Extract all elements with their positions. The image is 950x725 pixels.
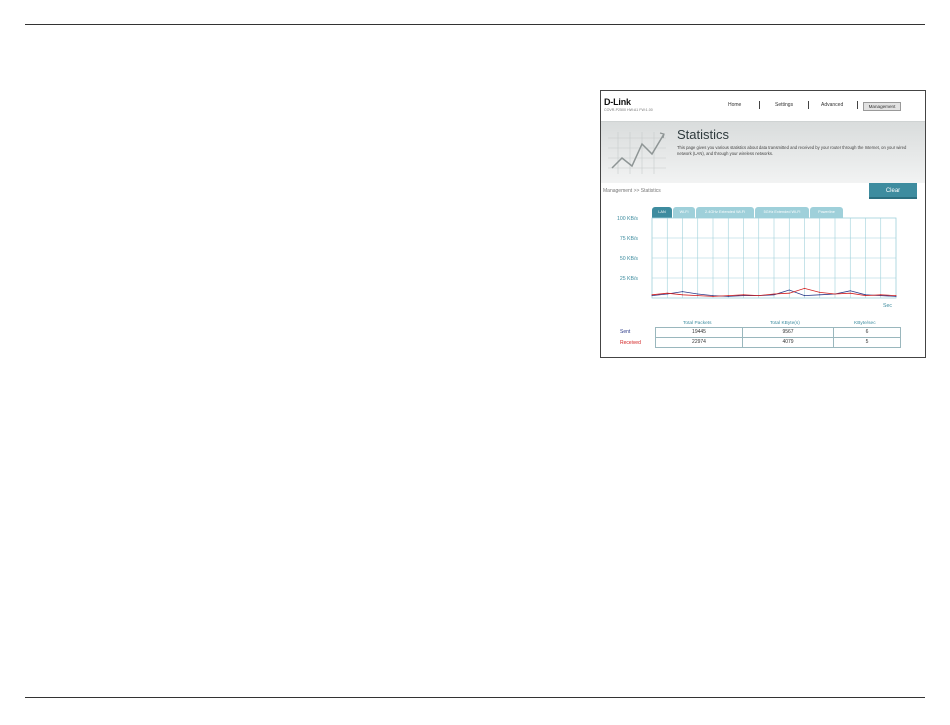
table-cell: 4079 <box>742 337 834 348</box>
data-point-sent <box>819 294 821 296</box>
data-point-received <box>743 294 744 296</box>
data-point-received <box>758 295 760 297</box>
data-point-received <box>697 295 699 297</box>
router-ui-screenshot: D-Link COVR-P2500 HW:A1 FW:1.00 Home Set… <box>600 90 926 358</box>
data-point-received <box>865 295 866 297</box>
table-cell: 5 <box>833 337 901 348</box>
data-point-received <box>834 293 836 295</box>
data-point-received <box>712 295 714 297</box>
data-point-received <box>651 294 653 296</box>
x-axis-label: Sec <box>883 303 892 309</box>
column-header: Total KByte(s) <box>770 321 800 326</box>
data-point-received <box>666 292 668 294</box>
column-header: KByte/sec <box>854 321 876 326</box>
y-tick-label: 100 KB/s <box>617 216 638 222</box>
row-label-sent: Sent <box>620 329 631 335</box>
page-top-rule <box>25 24 925 25</box>
data-point-received <box>788 292 790 294</box>
data-point-sent <box>849 290 851 292</box>
data-point-sent <box>788 289 790 291</box>
column-header: Total Packets <box>683 321 712 326</box>
data-point-received <box>727 295 729 297</box>
data-point-received <box>880 294 882 296</box>
page-bottom-rule <box>25 697 925 698</box>
data-point-sent <box>697 293 699 295</box>
data-point-received <box>849 292 851 294</box>
y-tick-label: 75 KB/s <box>620 236 639 242</box>
data-point-received <box>895 295 897 297</box>
data-point-sent <box>682 291 683 293</box>
data-point-received <box>804 287 805 289</box>
data-point-received <box>773 293 775 295</box>
throughput-chart: 100 KB/s 75 KB/s 50 KB/s 25 KB/s Sec <box>617 216 897 309</box>
row-label-received: Received <box>620 340 641 346</box>
data-point-received <box>819 291 821 293</box>
data-point-received <box>682 294 683 296</box>
y-tick-label: 50 KB/s <box>620 256 639 262</box>
y-tick-label: 25 KB/s <box>620 276 639 282</box>
data-point-sent <box>804 295 805 297</box>
table-cell: 22974 <box>655 337 743 348</box>
